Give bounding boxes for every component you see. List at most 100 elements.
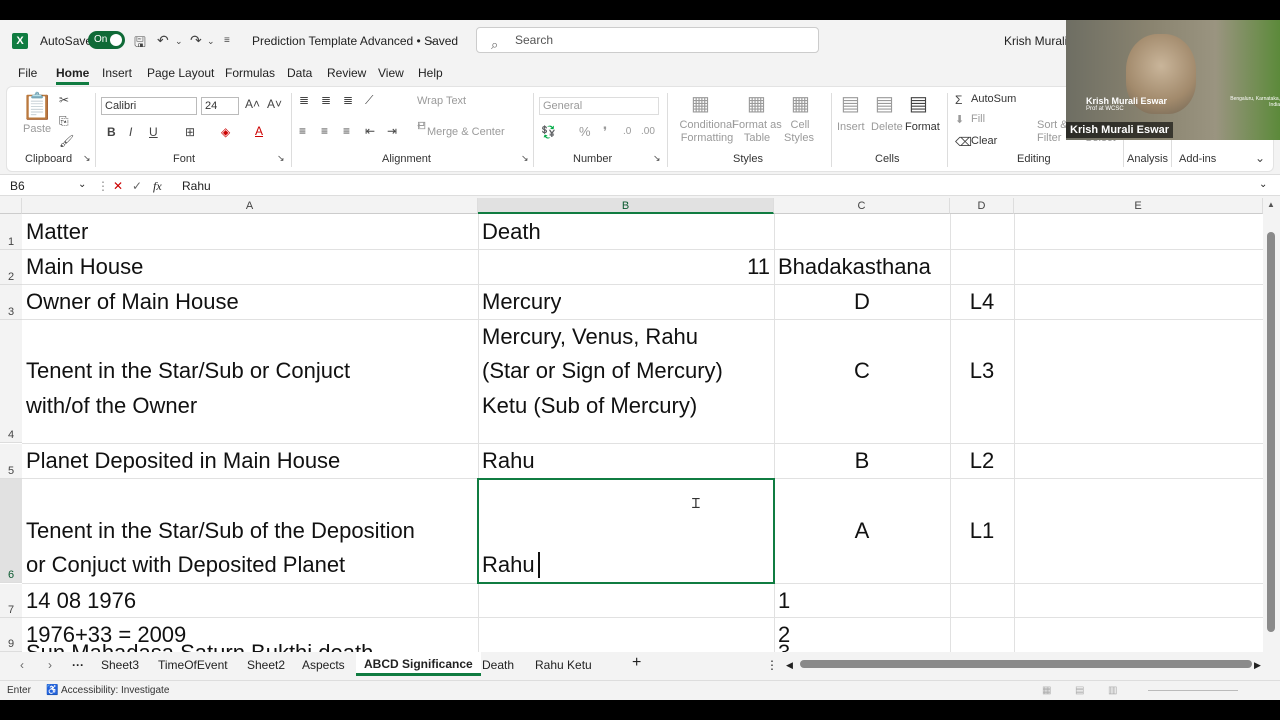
underline-icon[interactable]: U xyxy=(149,125,158,139)
clear-icon[interactable]: ⌫ xyxy=(955,135,972,149)
merge-center-button[interactable]: Merge & Center xyxy=(427,126,505,138)
cell-d4[interactable]: L3 xyxy=(950,354,1014,389)
paste-icon[interactable]: 📋 xyxy=(21,91,53,122)
bold-icon[interactable]: B xyxy=(107,125,116,139)
cell-d3[interactable]: L4 xyxy=(950,285,1014,320)
column-header-e[interactable]: E xyxy=(1014,198,1263,214)
select-all-corner[interactable] xyxy=(0,198,22,214)
orientation-icon[interactable]: ⟋ xyxy=(365,93,373,108)
conditional-formatting-icon[interactable]: ▦ xyxy=(691,91,710,116)
insert-function-icon[interactable]: fx xyxy=(153,179,162,194)
tab-page-layout[interactable]: Page Layout xyxy=(147,66,214,80)
add-sheet-icon[interactable]: + xyxy=(632,654,641,672)
row-header[interactable]: 5 xyxy=(0,444,22,479)
tab-sheet3[interactable]: Sheet3 xyxy=(101,658,139,672)
scroll-right-icon[interactable]: ▶ xyxy=(1254,660,1261,671)
column-header-a[interactable]: A xyxy=(22,198,478,214)
decrease-indent-icon[interactable]: ⇤ xyxy=(365,124,375,138)
align-right-icon[interactable]: ≡ xyxy=(343,124,350,138)
search-box[interactable]: ⌕ Search xyxy=(476,27,819,53)
tab-insert[interactable]: Insert xyxy=(102,66,132,80)
redo-dropdown-icon[interactable]: ⌄ xyxy=(207,36,215,47)
cell-d6[interactable]: L1 xyxy=(950,514,1014,549)
tab-help[interactable]: Help xyxy=(418,66,443,80)
delete-cells-button[interactable]: Delete xyxy=(871,121,903,133)
tab-aspects[interactable]: Aspects xyxy=(302,658,345,672)
cell-a1[interactable]: Matter xyxy=(26,215,88,250)
cell-c3[interactable]: D xyxy=(774,285,950,320)
autosum-button[interactable]: AutoSum xyxy=(971,93,1016,105)
cell-styles-label-2[interactable]: Styles xyxy=(779,132,819,144)
next-sheet-icon[interactable]: › xyxy=(48,658,52,672)
page-layout-view-icon[interactable]: ▤ xyxy=(1075,685,1084,696)
italic-icon[interactable]: I xyxy=(129,125,132,139)
copy-icon[interactable]: ⎘ xyxy=(59,114,69,129)
confirm-entry-icon[interactable]: ✓ xyxy=(132,179,142,193)
number-format-box[interactable]: General xyxy=(539,97,659,115)
sort-filter-button-2[interactable]: Filter xyxy=(1037,132,1061,144)
cut-icon[interactable]: ✂ xyxy=(59,93,69,107)
tab-death[interactable]: Death xyxy=(482,658,514,672)
format-as-table-label[interactable]: Format as xyxy=(729,119,785,131)
font-size-box[interactable]: 24 xyxy=(201,97,239,115)
clear-button[interactable]: Clear xyxy=(971,135,997,147)
cell-a7[interactable]: 14 08 1976 xyxy=(26,584,136,619)
sort-filter-button[interactable]: Sort & xyxy=(1037,119,1068,131)
cell-c7[interactable]: 1 xyxy=(778,584,790,619)
insert-cells-icon[interactable]: ▤ xyxy=(841,91,860,116)
cell-b4-line2[interactable]: (Star or Sign of Mercury) xyxy=(482,354,723,389)
autosum-icon[interactable]: Σ xyxy=(955,93,962,107)
tab-file[interactable]: File xyxy=(18,66,37,80)
align-center-icon[interactable]: ≡ xyxy=(321,124,328,138)
cell-styles-icon[interactable]: ▦ xyxy=(791,91,810,116)
fill-color-icon[interactable]: ◈ xyxy=(221,125,230,139)
expand-formula-bar-icon[interactable]: ⌄ xyxy=(1259,179,1267,190)
decrease-font-icon[interactable]: A˅ xyxy=(267,97,282,111)
cell-c9[interactable]: 3 xyxy=(778,636,790,652)
font-color-icon[interactable]: A xyxy=(255,124,263,138)
addins-group-label[interactable]: Add-ins xyxy=(1179,153,1216,165)
increase-indent-icon[interactable]: ⇥ xyxy=(387,124,397,138)
cell-b6[interactable]: Rahu xyxy=(482,548,535,583)
paste-button[interactable]: Paste xyxy=(23,123,51,135)
row-header[interactable]: 9 xyxy=(0,636,22,652)
title-dropdown-icon[interactable]: ⌄ xyxy=(428,33,437,46)
format-as-table-icon[interactable]: ▦ xyxy=(747,91,766,116)
format-cells-icon[interactable]: ▤ xyxy=(909,91,928,116)
accessibility-status[interactable]: Accessibility: Investigate xyxy=(61,685,169,696)
format-cells-button[interactable]: Format xyxy=(905,121,940,133)
percent-icon[interactable]: % xyxy=(579,124,591,139)
tab-timeofevent[interactable]: TimeOfEvent xyxy=(158,658,228,672)
top-align-icon[interactable]: ≣ xyxy=(299,93,309,107)
customize-toolbar-icon[interactable]: ≡ xyxy=(224,35,230,46)
conditional-formatting-label-2[interactable]: Formatting xyxy=(677,132,737,144)
increase-font-icon[interactable]: A˄ xyxy=(245,97,260,111)
format-painter-icon[interactable]: 🖌 xyxy=(59,134,74,148)
middle-align-icon[interactable]: ≣ xyxy=(321,93,331,107)
currency-icon[interactable]: 💱 xyxy=(541,125,556,139)
zoom-slider[interactable] xyxy=(1148,690,1238,691)
worksheet-grid[interactable]: A B C D E 1 2 3 4 5 6 7 8 4 Matter Death… xyxy=(0,198,1280,653)
collapse-ribbon-icon[interactable]: ⌄ xyxy=(1255,151,1265,165)
tab-formulas[interactable]: Formulas xyxy=(225,66,275,80)
vertical-scroll-thumb[interactable] xyxy=(1267,232,1275,632)
more-sheets-icon[interactable]: ··· xyxy=(72,658,84,672)
tab-review[interactable]: Review xyxy=(327,66,366,80)
cell-b2[interactable]: 11 xyxy=(482,250,770,285)
cell-styles-label[interactable]: Cell xyxy=(785,119,815,131)
cell-b4-line3[interactable]: Ketu (Sub of Mercury) xyxy=(482,389,697,424)
increase-decimal-icon[interactable]: .0 xyxy=(623,126,631,137)
normal-view-icon[interactable]: ▦ xyxy=(1042,685,1051,696)
comma-icon[interactable]: ❜ xyxy=(603,124,607,140)
font-name-box[interactable]: Calibri xyxy=(101,97,197,115)
format-as-table-label-2[interactable]: Table xyxy=(729,132,785,144)
undo-dropdown-icon[interactable]: ⌄ xyxy=(175,36,183,47)
delete-cells-icon[interactable]: ▤ xyxy=(875,91,894,116)
cell-c2[interactable]: Bhadakasthana xyxy=(778,250,931,285)
tabs-options-icon[interactable]: ⋮ xyxy=(766,658,778,672)
analysis-group-label[interactable]: Analysis xyxy=(1127,153,1168,165)
save-icon[interactable]: 🖫 xyxy=(134,32,146,56)
cell-b1[interactable]: Death xyxy=(482,215,541,250)
wrap-text-button[interactable]: Wrap Text xyxy=(417,95,466,107)
cell-a2[interactable]: Main House xyxy=(26,250,143,285)
